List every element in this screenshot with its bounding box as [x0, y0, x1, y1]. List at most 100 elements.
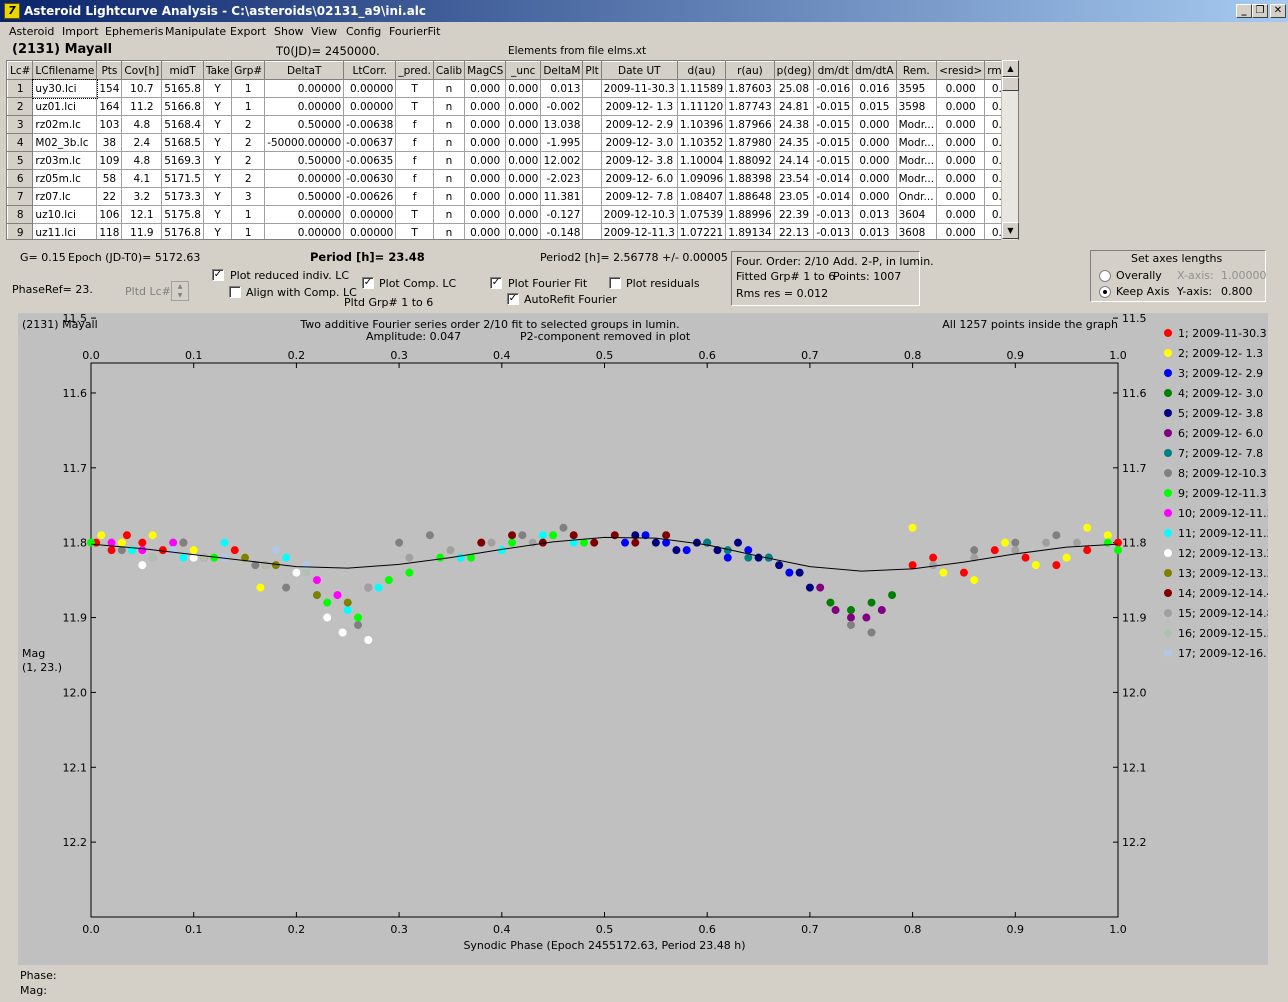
- plot-reduced-checkbox[interactable]: ✓: [212, 269, 224, 281]
- table-cell[interactable]: -0.148: [540, 223, 584, 239]
- scroll-down-arrow-icon[interactable]: ▼: [1002, 222, 1019, 239]
- table-cell[interactable]: n: [432, 151, 466, 170]
- table-cell[interactable]: 0.00000: [343, 97, 397, 116]
- table-cell[interactable]: uz10.lci: [32, 205, 98, 224]
- table-cell[interactable]: -0.002: [540, 97, 584, 116]
- table-cell[interactable]: 0.000: [505, 169, 542, 188]
- table-cell[interactable]: 1.10004: [676, 151, 727, 170]
- table-cell[interactable]: 24.38: [773, 115, 815, 134]
- menu-view[interactable]: View: [311, 25, 337, 38]
- table-cell[interactable]: 5169.3: [161, 151, 204, 170]
- column-header[interactable]: <resid>: [936, 61, 986, 80]
- table-cell[interactable]: n: [432, 223, 466, 239]
- table-scrollbar[interactable]: ▲ ▼: [1001, 60, 1019, 240]
- table-cell[interactable]: 1.88398: [725, 169, 775, 188]
- table-cell[interactable]: 1.87603: [725, 79, 775, 98]
- column-header[interactable]: r(au): [725, 61, 775, 80]
- table-cell[interactable]: 118: [96, 223, 123, 239]
- row-header-cell[interactable]: 4: [7, 133, 34, 152]
- table-cell[interactable]: 1: [231, 97, 266, 116]
- table-cell[interactable]: 1.11589: [676, 79, 727, 98]
- table-cell[interactable]: Modr...: [895, 115, 938, 134]
- menu-ephemeris[interactable]: Ephemeris: [105, 25, 163, 38]
- table-cell[interactable]: 0.00000: [343, 205, 397, 224]
- table-cell[interactable]: f: [395, 169, 434, 188]
- table-cell[interactable]: 5165.8: [161, 79, 204, 98]
- table-cell[interactable]: 0.000: [464, 223, 507, 239]
- table-cell[interactable]: 2009-12-10.3: [600, 205, 678, 224]
- table-cell[interactable]: 2: [231, 151, 266, 170]
- table-cell[interactable]: 0.000: [505, 151, 542, 170]
- table-cell[interactable]: 0.013: [852, 223, 897, 239]
- table-cell[interactable]: 1.07221: [676, 223, 727, 239]
- table-cell[interactable]: Modr...: [895, 169, 938, 188]
- table-cell[interactable]: T: [395, 79, 434, 98]
- table-cell[interactable]: 24.35: [773, 133, 815, 152]
- table-cell[interactable]: 0.000: [852, 151, 897, 170]
- table-cell[interactable]: -0.014: [813, 187, 854, 206]
- table-cell[interactable]: -0.00638: [343, 115, 397, 134]
- table-cell[interactable]: Y: [202, 187, 233, 206]
- table-cell[interactable]: 1.87980: [725, 133, 775, 152]
- table-cell[interactable]: -0.127: [540, 205, 584, 224]
- table-cell[interactable]: 1.88648: [725, 187, 775, 206]
- table-cell[interactable]: n: [432, 115, 466, 134]
- column-header[interactable]: DeltaT: [264, 61, 345, 80]
- table-cell[interactable]: 2009-11-30.3: [600, 79, 678, 98]
- row-header-cell[interactable]: 6: [7, 169, 34, 188]
- table-cell[interactable]: 1.11120: [676, 97, 727, 116]
- table-cell[interactable]: 0.013: [852, 205, 897, 224]
- row-header-cell[interactable]: 5: [7, 151, 34, 170]
- table-cell[interactable]: 0.000: [464, 115, 507, 134]
- table-cell[interactable]: [582, 79, 602, 98]
- table-cell[interactable]: 1.88092: [725, 151, 775, 170]
- table-cell[interactable]: -0.014: [813, 169, 854, 188]
- table-cell[interactable]: -2.023: [540, 169, 584, 188]
- column-header[interactable]: DeltaM: [540, 61, 584, 80]
- table-cell[interactable]: 1.09096: [676, 169, 727, 188]
- table-cell[interactable]: 10.7: [121, 79, 163, 98]
- menu-show[interactable]: Show: [274, 25, 304, 38]
- table-cell[interactable]: 0.015: [852, 97, 897, 116]
- table-cell[interactable]: f: [395, 133, 434, 152]
- table-row[interactable]: 9 uz11.lci 118 11.9 5176.8 Y 1 0.00000 0.00000 Tn…: [7, 223, 1018, 239]
- table-cell[interactable]: 1.08407: [676, 187, 727, 206]
- table-cell[interactable]: 0.000: [464, 205, 507, 224]
- menu-export[interactable]: Export: [230, 25, 266, 38]
- table-cell[interactable]: -0.015: [813, 151, 854, 170]
- table-row[interactable]: 7 rz07.lc 22 3.2 5173.3 Y 3 0.50000 -0.00626 f n 0.…: [7, 187, 1018, 206]
- column-header[interactable]: Rem.: [895, 61, 938, 80]
- table-cell[interactable]: 103: [96, 115, 123, 134]
- table-cell[interactable]: [582, 115, 602, 134]
- table-cell[interactable]: 3604: [895, 205, 938, 224]
- table-cell[interactable]: 3608: [895, 223, 938, 239]
- table-cell[interactable]: 2: [231, 133, 266, 152]
- table-cell[interactable]: 0.000: [464, 169, 507, 188]
- table-cell[interactable]: Y: [202, 97, 233, 116]
- column-header[interactable]: d(au): [676, 61, 727, 80]
- table-cell[interactable]: 11.381: [540, 187, 584, 206]
- table-cell[interactable]: Modr...: [895, 151, 938, 170]
- table-cell[interactable]: Y: [202, 115, 233, 134]
- table-cell[interactable]: [582, 151, 602, 170]
- table-cell[interactable]: [582, 97, 602, 116]
- table-cell[interactable]: rz03m.lc: [32, 151, 98, 170]
- table-cell[interactable]: 0.000: [505, 223, 542, 239]
- table-cell[interactable]: 0.000: [936, 79, 986, 98]
- row-header-cell[interactable]: 8: [7, 205, 34, 224]
- column-header[interactable]: Take: [202, 61, 233, 80]
- table-cell[interactable]: 5173.3: [161, 187, 204, 206]
- table-cell[interactable]: -0.015: [813, 133, 854, 152]
- table-cell[interactable]: 58: [96, 169, 123, 188]
- plot-fourier-checkbox[interactable]: ✓: [490, 277, 502, 289]
- table-cell[interactable]: Y: [202, 79, 233, 98]
- table-cell[interactable]: 0.000: [464, 187, 507, 206]
- table-cell[interactable]: n: [432, 133, 466, 152]
- table-cell[interactable]: 5168.5: [161, 133, 204, 152]
- table-cell[interactable]: 3595: [895, 79, 938, 98]
- row-header-cell[interactable]: 9: [7, 223, 34, 239]
- table-cell[interactable]: 24.14: [773, 151, 815, 170]
- lightcurve-chart[interactable]: (2131) Mayall Two additive Fourier series…: [18, 312, 1274, 965]
- table-cell[interactable]: -0.00637: [343, 133, 397, 152]
- table-cell[interactable]: 11.9: [121, 223, 163, 239]
